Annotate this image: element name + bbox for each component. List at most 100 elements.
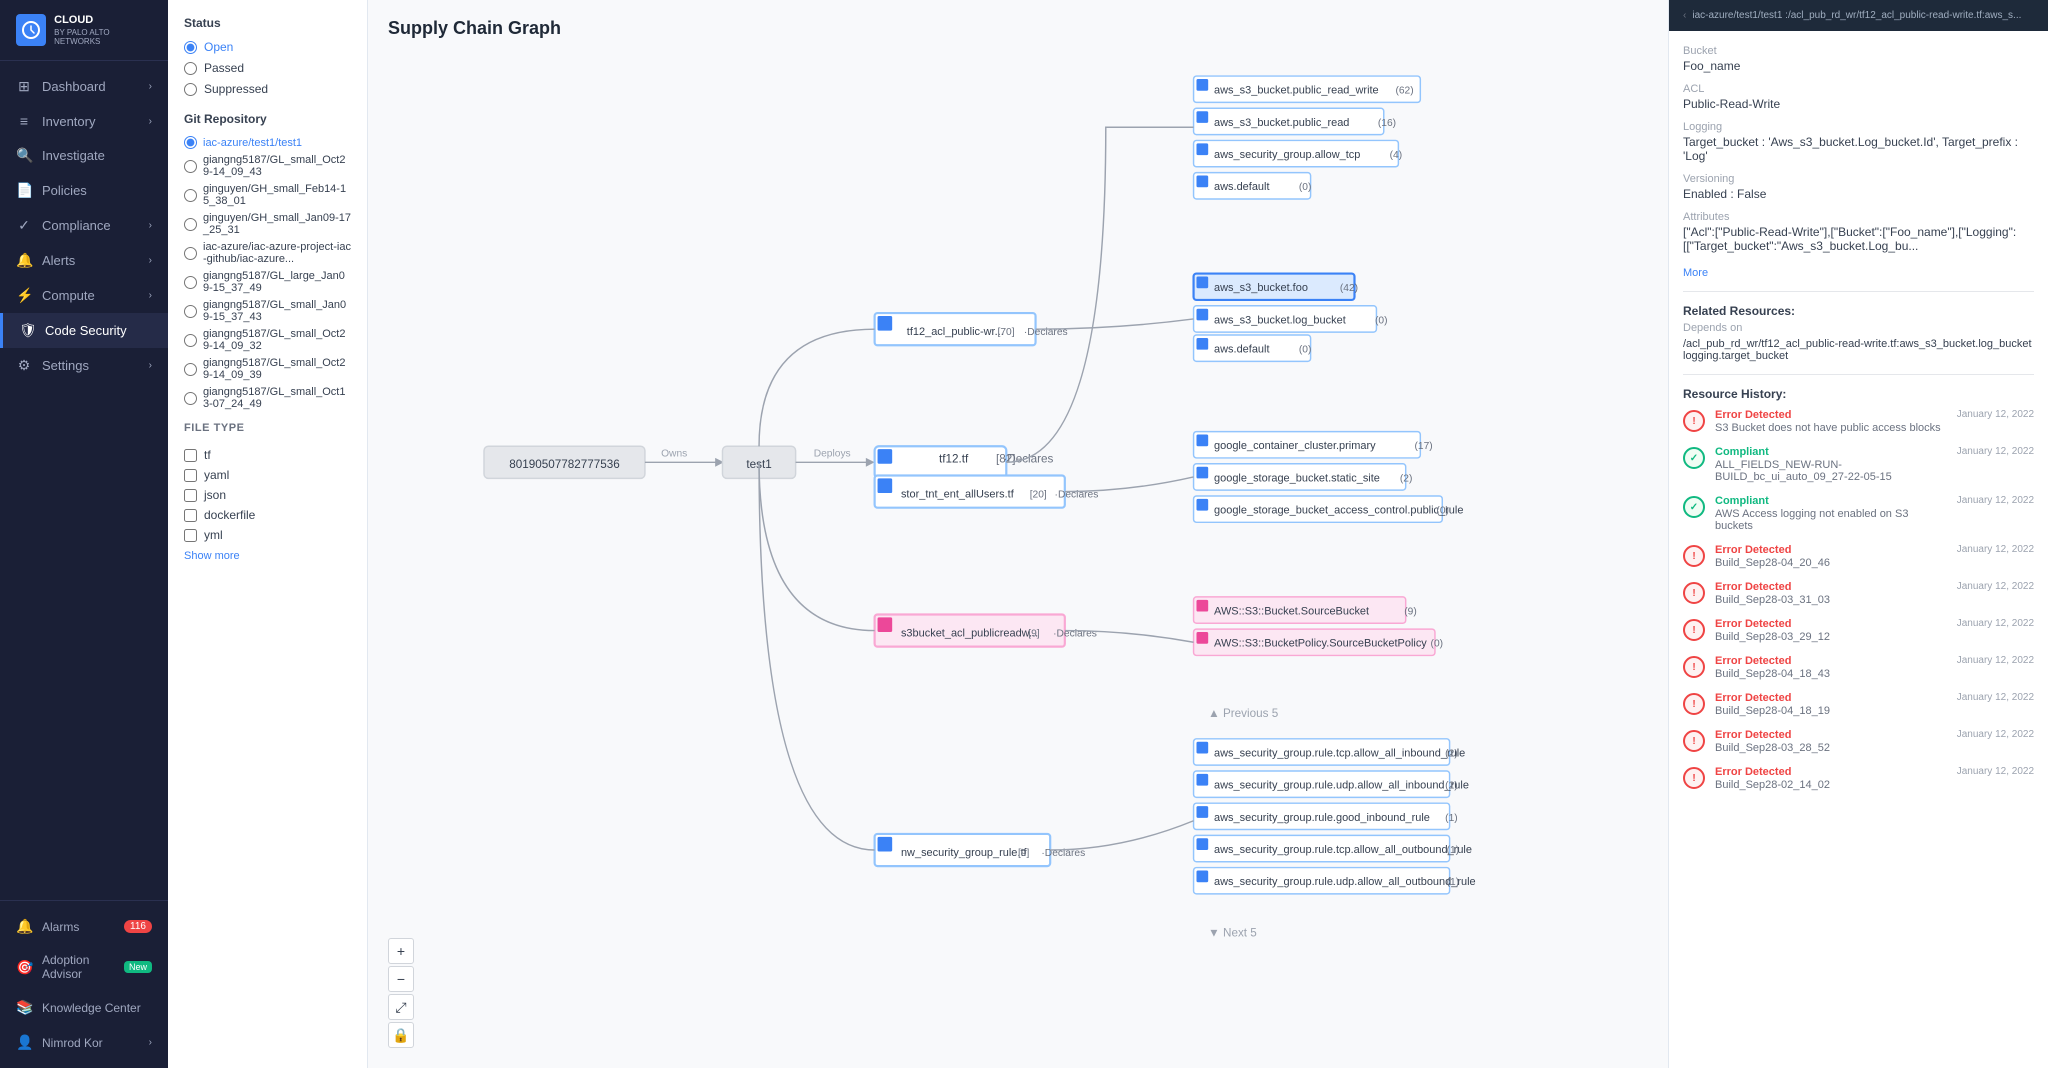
file-type-tf[interactable]: tf bbox=[184, 448, 351, 462]
sidebar-item-adoption-advisor[interactable]: 🎯 Adoption Advisor New bbox=[0, 944, 168, 990]
alarms-badge: 116 bbox=[124, 920, 152, 933]
svg-text:tf12_acl_public-wr...: tf12_acl_public-wr... bbox=[907, 326, 1004, 338]
svg-text:(17): (17) bbox=[1414, 441, 1432, 452]
sidebar-item-inventory[interactable]: ≡ Inventory › bbox=[0, 104, 168, 138]
history-title: Resource History: bbox=[1683, 387, 2034, 401]
sidebar-logo: CLOUD BY PALO ALTO NETWORKS bbox=[0, 0, 168, 61]
history-item: ✓CompliantAWS Access logging not enabled… bbox=[1683, 495, 2034, 532]
knowledge-center-icon: 📚 bbox=[16, 999, 32, 1016]
history-status: Error Detected bbox=[1715, 729, 1947, 741]
supply-chain-svg: 80190507782777536 Owns test1 Deploys tf1… bbox=[368, 0, 1668, 1068]
git-repo-3[interactable]: ginguyen/GH_small_Jan09-17_25_31 bbox=[184, 212, 351, 236]
chevron-right-icon: › bbox=[149, 116, 152, 127]
svg-text:nw_security_group_rule.tf: nw_security_group_rule.tf bbox=[901, 847, 1028, 859]
logging-detail: Logging Target_bucket : 'Aws_s3_bucket.L… bbox=[1683, 121, 2034, 163]
inventory-icon: ≡ bbox=[16, 113, 32, 129]
history-desc: Build_Sep28-03_29_12 bbox=[1715, 631, 1947, 643]
svg-text:AWS::S3::BucketPolicy.SourceBu: AWS::S3::BucketPolicy.SourceBucketPolicy bbox=[1214, 638, 1427, 650]
logo-icon bbox=[16, 14, 46, 46]
history-item: !Error DetectedBuild_Sep28-04_18_19Janua… bbox=[1683, 692, 2034, 717]
more-link[interactable]: More bbox=[1683, 267, 1708, 279]
bucket-label: Bucket bbox=[1683, 45, 2034, 57]
sidebar-item-compute[interactable]: ⚡ Compute › bbox=[0, 278, 168, 313]
svg-text:aws_security_group.rule.good_i: aws_security_group.rule.good_inbound_rul… bbox=[1214, 812, 1430, 824]
file-type-dockerfile[interactable]: dockerfile bbox=[184, 508, 351, 522]
sidebar-item-code-security[interactable]: 🛡 Code Security bbox=[0, 313, 168, 348]
git-repo-0[interactable]: iac-azure/test1/test1 bbox=[184, 136, 351, 149]
git-repo-4[interactable]: iac-azure/iac-azure-project-iac-github/i… bbox=[184, 241, 351, 265]
fit-button[interactable]: ⤢ bbox=[388, 994, 414, 1020]
git-repo-9[interactable]: giangng5187/GL_small_Oct13-07_24_49 bbox=[184, 386, 351, 410]
svg-text:aws_s3_bucket.foo: aws_s3_bucket.foo bbox=[1214, 282, 1308, 294]
sidebar-item-compliance[interactable]: ✓ Compliance › bbox=[0, 208, 168, 243]
chevron-right-icon: › bbox=[149, 255, 152, 266]
file-type-yml[interactable]: yml bbox=[184, 528, 351, 542]
lock-button[interactable]: 🔒 bbox=[388, 1022, 414, 1048]
file-type-list: tf yaml json dockerfile yml bbox=[184, 448, 351, 542]
logo-title: CLOUD bbox=[54, 14, 152, 27]
history-status: Error Detected bbox=[1715, 544, 1947, 556]
right-panel-body: Bucket Foo_name ACL Public-Read-Write Lo… bbox=[1669, 31, 2048, 817]
history-desc: Build_Sep28-04_18_43 bbox=[1715, 668, 1947, 680]
git-repo-5[interactable]: giangng5187/GL_large_Jan09-15_37_49 bbox=[184, 270, 351, 294]
sidebar-item-label: Code Security bbox=[45, 323, 127, 338]
sidebar-item-label: Investigate bbox=[42, 148, 105, 163]
git-repo-6[interactable]: giangng5187/GL_small_Jan09-15_37_43 bbox=[184, 299, 351, 323]
history-desc: Build_Sep28-03_31_03 bbox=[1715, 594, 1947, 606]
zoom-in-button[interactable]: + bbox=[388, 938, 414, 964]
new-badge: New bbox=[124, 961, 152, 973]
status-passed[interactable]: Passed bbox=[184, 61, 351, 75]
graph-area: Supply Chain Graph 80190507782777536 Own… bbox=[368, 0, 1668, 1068]
history-status: Error Detected bbox=[1715, 766, 1947, 778]
git-repo-2[interactable]: ginguyen/GH_small_Feb14-15_38_01 bbox=[184, 183, 351, 207]
svg-text:(1): (1) bbox=[1447, 877, 1460, 888]
git-repo-1[interactable]: giangng5187/GL_small_Oct29-14_09_43 bbox=[184, 154, 351, 178]
svg-text:80190507782777536: 80190507782777536 bbox=[509, 458, 620, 471]
sidebar-item-alerts[interactable]: 🔔 Alerts › bbox=[0, 243, 168, 278]
svg-text:[20]: [20] bbox=[1030, 489, 1047, 500]
zoom-out-button[interactable]: − bbox=[388, 966, 414, 992]
sidebar-item-settings[interactable]: ⚙ Settings › bbox=[0, 348, 168, 383]
divider2 bbox=[1683, 374, 2034, 375]
acl-label: ACL bbox=[1683, 83, 2034, 95]
sidebar-item-knowledge-center[interactable]: 📚 Knowledge Center bbox=[0, 990, 168, 1025]
svg-text:tf12.tf: tf12.tf bbox=[939, 452, 969, 465]
history-desc: S3 Bucket does not have public access bl… bbox=[1715, 422, 1947, 434]
sidebar-item-investigate[interactable]: 🔍 Investigate bbox=[0, 138, 168, 173]
status-open[interactable]: Open bbox=[184, 40, 351, 54]
svg-text:Deploys: Deploys bbox=[814, 448, 851, 459]
svg-text:s3bucket_acl_publicreadw...: s3bucket_acl_publicreadw... bbox=[901, 627, 1038, 639]
sidebar-item-alarms[interactable]: 🔔 Alarms 116 bbox=[0, 909, 168, 944]
file-type-json[interactable]: json bbox=[184, 488, 351, 502]
bucket-detail: Bucket Foo_name bbox=[1683, 45, 2034, 73]
svg-text:aws_security_group.allow_tcp: aws_security_group.allow_tcp bbox=[1214, 149, 1360, 161]
settings-icon: ⚙ bbox=[16, 357, 32, 374]
compute-icon: ⚡ bbox=[16, 287, 32, 304]
history-date: January 12, 2022 bbox=[1957, 655, 2034, 666]
resource-path: iac-azure/test1/test1 :/acl_pub_rd_wr/tf… bbox=[1692, 10, 2021, 21]
chevron-right-icon: › bbox=[149, 290, 152, 301]
sidebar-item-policies[interactable]: 📄 Policies bbox=[0, 173, 168, 208]
sidebar-item-dashboard[interactable]: ⊞ Dashboard › bbox=[0, 69, 168, 104]
status-suppressed[interactable]: Suppressed bbox=[184, 82, 351, 96]
svg-text:aws_security_group.rule.udp.al: aws_security_group.rule.udp.allow_all_in… bbox=[1214, 780, 1469, 792]
related-resources-title: Related Resources: bbox=[1683, 304, 2034, 318]
sidebar: CLOUD BY PALO ALTO NETWORKS ⊞ Dashboard … bbox=[0, 0, 168, 1068]
history-date: January 12, 2022 bbox=[1957, 618, 2034, 629]
filter-panel: Status Open Passed Suppressed Git Reposi… bbox=[168, 0, 368, 1068]
file-type-yaml[interactable]: yaml bbox=[184, 468, 351, 482]
policies-icon: 📄 bbox=[16, 182, 32, 199]
history-date: January 12, 2022 bbox=[1957, 729, 2034, 740]
history-status: Error Detected bbox=[1715, 581, 1947, 593]
dashboard-icon: ⊞ bbox=[16, 78, 32, 95]
sidebar-item-user[interactable]: 👤 Nimrod Kor › bbox=[0, 1025, 168, 1060]
user-icon: 👤 bbox=[16, 1034, 32, 1051]
git-repo-8[interactable]: giangng5187/GL_small_Oct29-14_09_39 bbox=[184, 357, 351, 381]
adoption-advisor-icon: 🎯 bbox=[16, 959, 32, 976]
history-desc: Build_Sep28-04_20_46 bbox=[1715, 557, 1947, 569]
chevron-left-icon: ‹ bbox=[1683, 10, 1686, 21]
show-more-link[interactable]: Show more bbox=[184, 550, 240, 562]
git-repo-7[interactable]: giangng5187/GL_small_Oct29-14_09_32 bbox=[184, 328, 351, 352]
logo-subtitle: BY PALO ALTO NETWORKS bbox=[54, 28, 152, 46]
svg-text:aws.default: aws.default bbox=[1214, 344, 1270, 356]
